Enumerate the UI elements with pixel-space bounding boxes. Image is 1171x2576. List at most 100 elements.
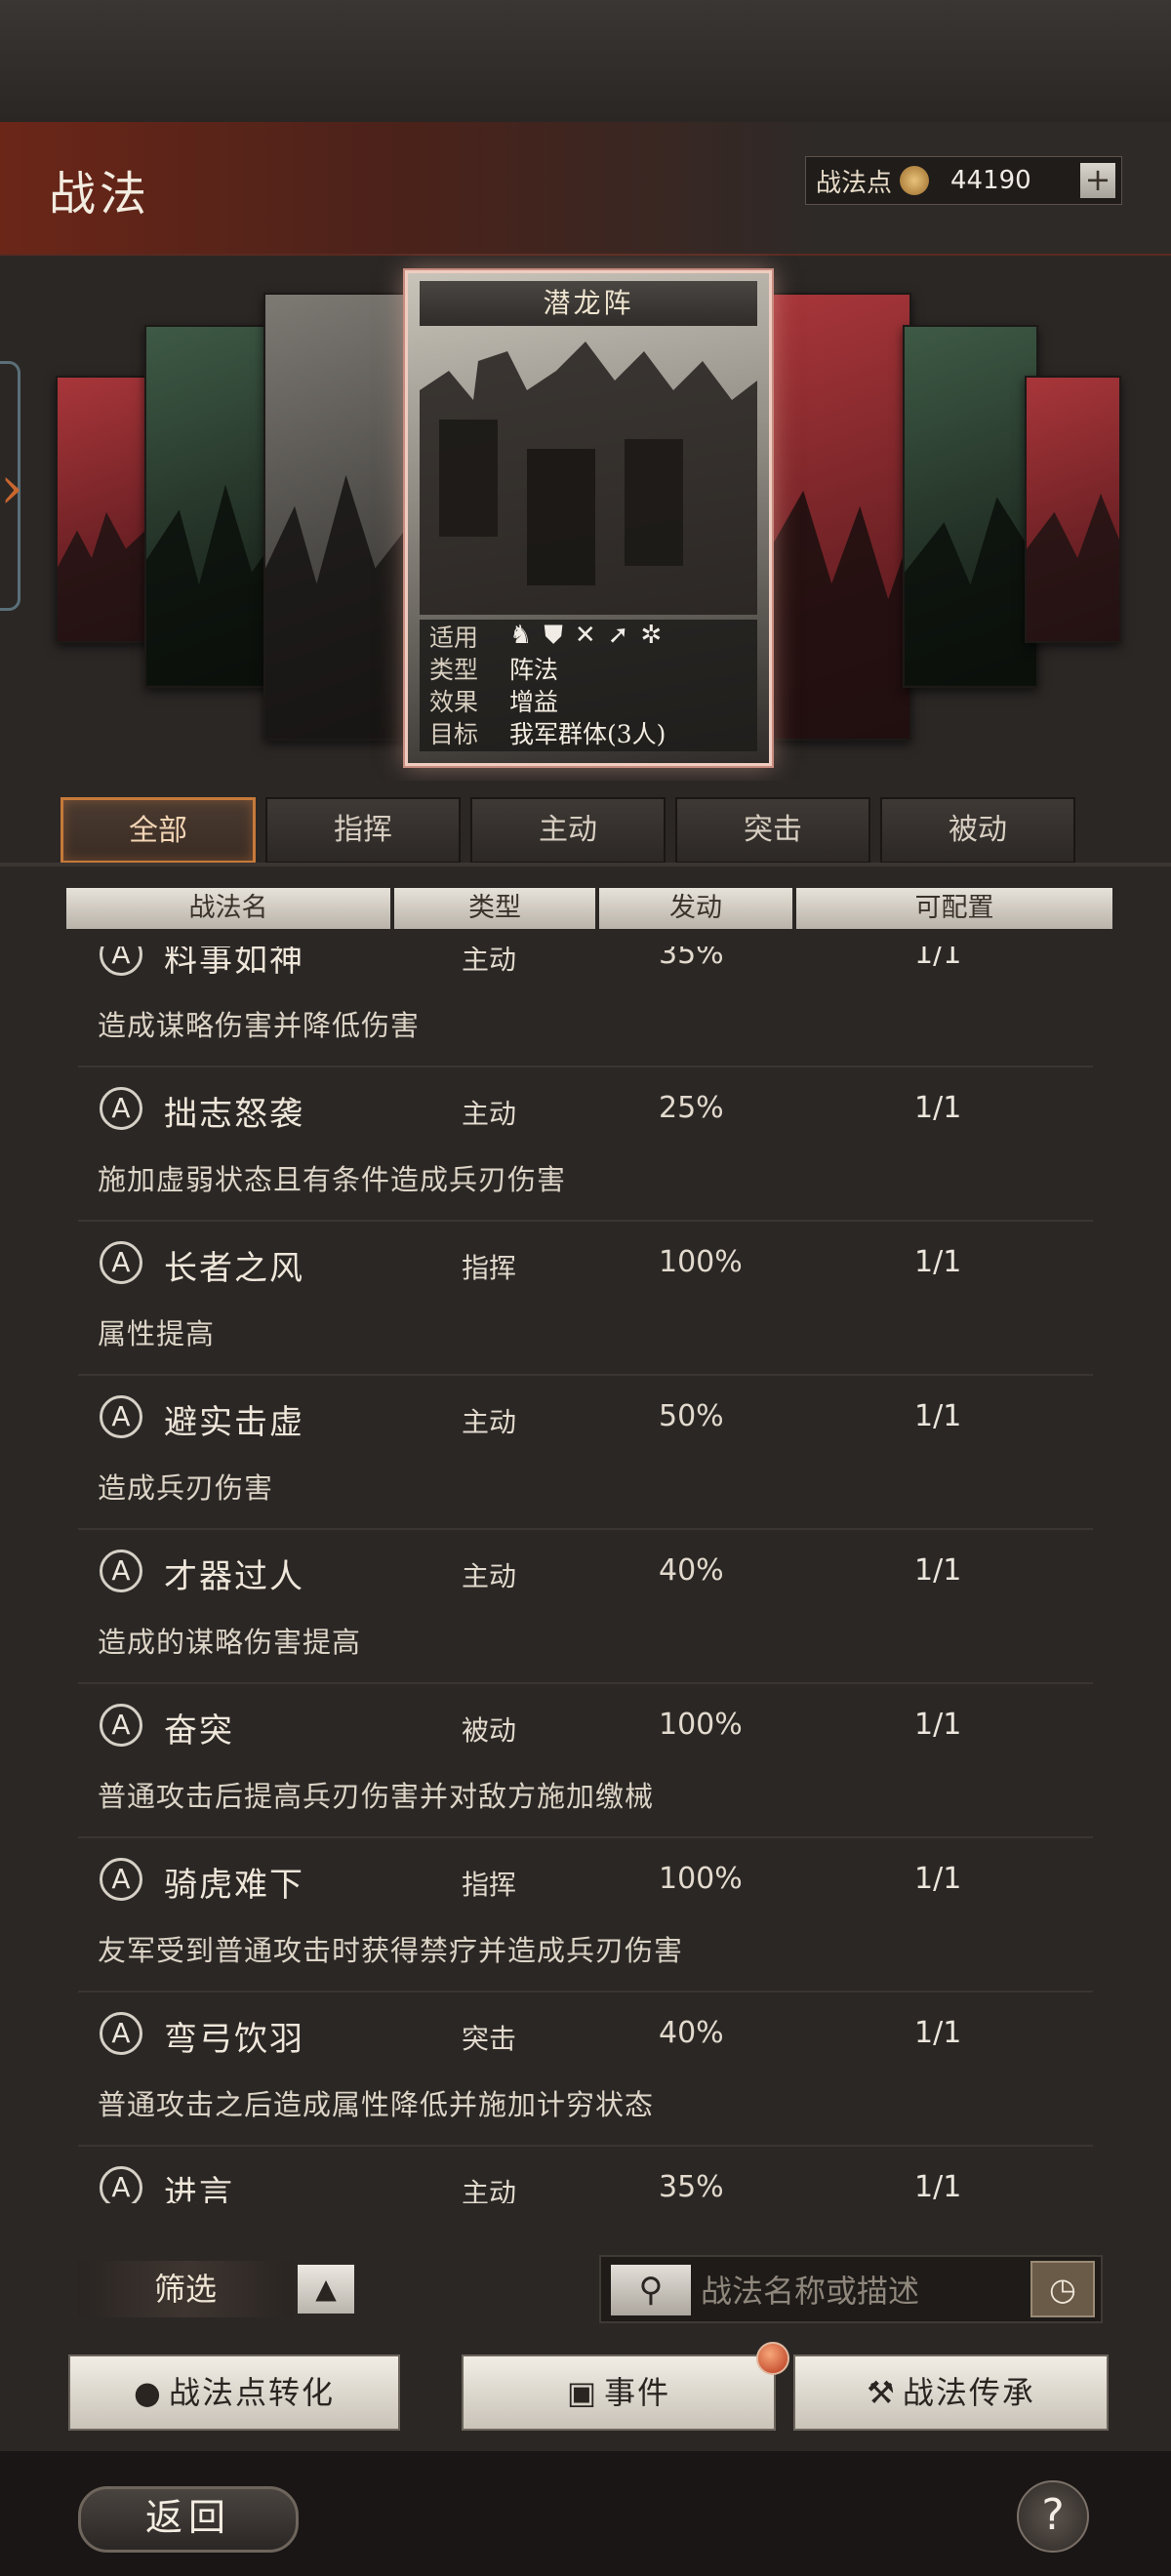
skill-rate: 100% xyxy=(659,1245,743,1279)
grade-a-icon: A xyxy=(100,2166,142,2203)
column-type[interactable]: 类型 xyxy=(394,888,595,929)
skill-desc: 造成的谋略伤害提高 xyxy=(98,1626,362,1659)
add-points-button[interactable]: + xyxy=(1080,163,1115,198)
skill-type: 指挥 xyxy=(462,1869,517,1901)
info-key: 目标 xyxy=(429,719,479,748)
skill-rate: 50% xyxy=(659,1399,724,1433)
back-button[interactable]: 返回 xyxy=(78,2486,299,2553)
soldiers-illustration xyxy=(420,342,757,615)
tactic-point-coin-icon xyxy=(900,166,930,195)
skill-rate: 100% xyxy=(659,1708,743,1742)
featured-card-name: 潜龙阵 xyxy=(420,281,757,326)
filter-button[interactable]: 筛选 xyxy=(78,2261,293,2317)
list-item[interactable]: A 进言 主动 35% 1/1 xyxy=(78,2145,1093,2203)
tab-passive[interactable]: 被动 xyxy=(880,797,1075,864)
skill-alloc: 1/1 xyxy=(914,2016,962,2050)
skill-name: 避实击虚 xyxy=(164,1403,304,1442)
skill-type: 主动 xyxy=(462,946,517,976)
clock-icon[interactable]: ◷ xyxy=(1030,2261,1095,2317)
tab-command[interactable]: 指挥 xyxy=(265,797,461,864)
convert-points-button[interactable]: ● 战法点转化 xyxy=(68,2355,400,2431)
tactic-card[interactable] xyxy=(56,376,157,643)
skill-desc: 施加虚弱状态且有条件造成兵刃伤害 xyxy=(98,1163,567,1196)
column-trigger-rate[interactable]: 发动 xyxy=(599,888,792,929)
skill-alloc: 1/1 xyxy=(914,2170,962,2203)
info-row-apply: 适用 ♞ ⛊ ✕ ➚ ✲ xyxy=(420,620,757,652)
skill-name: 进言 xyxy=(164,2174,234,2203)
list-item[interactable]: A 拙志怒袭 主动 25% 1/1 施加虚弱状态且有条件造成兵刃伤害 xyxy=(78,1066,1093,1222)
list-item[interactable]: A 弯弓饮羽 突击 40% 1/1 普通攻击之后造成属性降低并施加计穷状态 xyxy=(78,1991,1093,2147)
skill-desc: 造成兵刃伤害 xyxy=(98,1471,274,1505)
info-key: 效果 xyxy=(429,687,479,716)
spear-icon: ➚ xyxy=(607,621,629,650)
list-item[interactable]: A 骑虎难下 指挥 100% 1/1 友军受到普通攻击时获得禁疗并造成兵刃伤害 xyxy=(78,1836,1093,1992)
tab-all[interactable]: 全部 xyxy=(61,797,256,864)
list-item[interactable]: A 奋突 被动 100% 1/1 普通攻击后提高兵刃伤害并对敌方施加缴械 xyxy=(78,1682,1093,1838)
skill-rate: 40% xyxy=(659,2016,724,2050)
tactic-card[interactable] xyxy=(263,293,414,741)
column-name[interactable]: 战法名 xyxy=(66,888,390,929)
skill-alloc: 1/1 xyxy=(914,1091,962,1125)
tactic-points-box: 战法点 44190 + xyxy=(805,156,1122,205)
list-item[interactable]: A 长者之风 指挥 100% 1/1 属性提高 xyxy=(78,1220,1093,1376)
skill-rate: 35% xyxy=(659,946,724,971)
skill-rate: 35% xyxy=(659,2170,724,2203)
skill-type: 指挥 xyxy=(462,1252,517,1284)
event-icon: ▣ xyxy=(566,2374,599,2411)
tabs-divider xyxy=(0,863,1171,866)
tactic-card[interactable] xyxy=(903,325,1038,688)
help-icon[interactable]: ? xyxy=(1017,2480,1089,2553)
points-value: 44190 xyxy=(950,166,1031,195)
featured-tactic-card[interactable]: 潜龙阵 适用 ♞ ⛊ ✕ ➚ ✲ 类型 阵法 效果 增益 目标 我军群体(3人) xyxy=(405,270,772,766)
header: 战法 战法点 44190 + xyxy=(0,122,1171,256)
list-item[interactable]: A 才器过人 主动 40% 1/1 造成的谋略伤害提高 xyxy=(78,1528,1093,1684)
tab-assault[interactable]: 突击 xyxy=(675,797,870,864)
column-allocatable[interactable]: 可配置 xyxy=(796,888,1112,929)
tactic-list[interactable]: A 料事如神 主动 35% 1/1 造成谋略伤害并降低伤害 A 拙志怒袭 主动 … xyxy=(0,946,1171,2203)
skill-type: 主动 xyxy=(462,1560,517,1592)
skill-name: 料事如神 xyxy=(164,946,304,980)
convert-points-label: 战法点转化 xyxy=(168,2374,335,2411)
tactic-card[interactable] xyxy=(1025,376,1121,643)
footer: 返回 ? xyxy=(0,2451,1171,2576)
info-row-target: 目标 我军群体(3人) xyxy=(420,716,757,748)
skill-alloc: 1/1 xyxy=(914,1399,962,1433)
skill-type: 主动 xyxy=(462,2177,517,2203)
grade-a-icon: A xyxy=(100,1241,142,1284)
skill-type: 主动 xyxy=(462,1406,517,1438)
grade-a-icon: A xyxy=(100,1087,142,1130)
events-button[interactable]: ▣ 事件 xyxy=(462,2355,776,2431)
skill-alloc: 1/1 xyxy=(914,1862,962,1896)
category-tabs: 全部 指挥 主动 突击 被动 xyxy=(61,797,1114,865)
page-title: 战法 xyxy=(49,167,151,221)
skill-type: 被动 xyxy=(462,1714,517,1747)
tactic-card-carousel[interactable]: › 潜龙阵 适用 ♞ ⛊ ✕ ➚ ✲ 类型 阵法 效果 增益 目标 我军群体(3… xyxy=(0,254,1171,781)
events-label: 事件 xyxy=(604,2374,671,2411)
wheel-icon: ✲ xyxy=(640,621,663,650)
skill-name: 奋突 xyxy=(164,1711,234,1751)
skill-type: 主动 xyxy=(462,1098,517,1130)
filter-toggle-up-icon[interactable]: ▲ xyxy=(298,2265,354,2314)
skill-name: 弯弓饮羽 xyxy=(164,2020,304,2059)
expand-arrow-icon[interactable]: › xyxy=(0,454,23,522)
search-input[interactable] xyxy=(699,2265,995,2317)
skill-alloc: 1/1 xyxy=(914,1245,962,1279)
grade-a-icon: A xyxy=(100,1550,142,1592)
list-item[interactable]: A 避实击虚 主动 50% 1/1 造成兵刃伤害 xyxy=(78,1374,1093,1530)
info-value: 阵法 xyxy=(509,655,559,684)
tactic-card[interactable] xyxy=(144,325,280,688)
list-item[interactable]: A 料事如神 主动 35% 1/1 造成谋略伤害并降低伤害 xyxy=(78,946,1093,1067)
inherit-tactic-button[interactable]: ⚒ 战法传承 xyxy=(793,2355,1109,2431)
skill-rate: 25% xyxy=(659,1091,724,1125)
skill-name: 才器过人 xyxy=(164,1557,304,1596)
skill-desc: 普通攻击之后造成属性降低并施加计穷状态 xyxy=(98,2088,655,2121)
info-key: 适用 xyxy=(429,623,479,652)
skill-name: 拙志怒袭 xyxy=(164,1095,304,1134)
search-icon[interactable]: ⚲ xyxy=(611,2265,691,2315)
skill-alloc: 1/1 xyxy=(914,1553,962,1588)
cavalry-icon: ♞ xyxy=(509,621,533,650)
tactic-card[interactable] xyxy=(766,293,911,741)
points-label: 战法点 xyxy=(816,168,893,198)
search-bar: ⚲ ◷ xyxy=(599,2255,1103,2323)
tab-active[interactable]: 主动 xyxy=(470,797,666,864)
